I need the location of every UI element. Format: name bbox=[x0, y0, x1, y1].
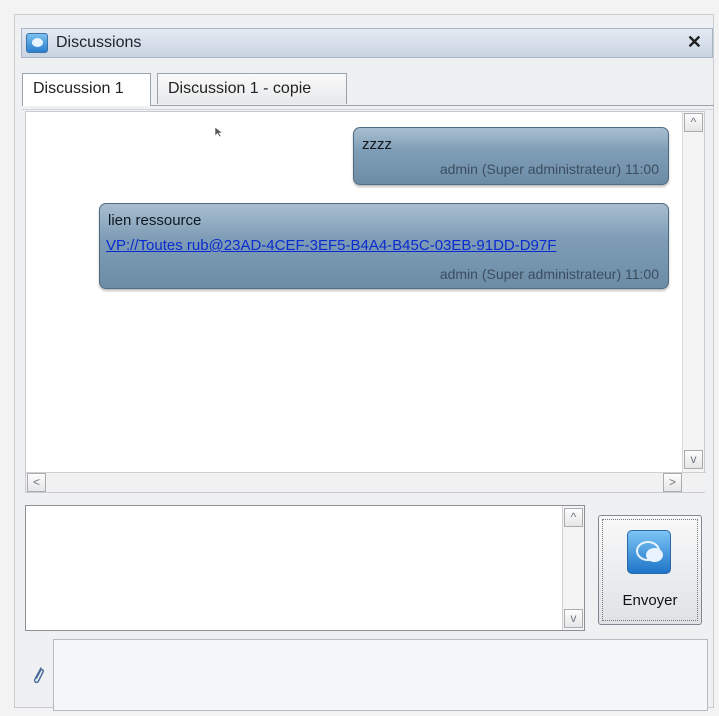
horizontal-scrollbar[interactable]: < > bbox=[26, 472, 706, 492]
message-author-time: admin (Super administrateur) 11:00 bbox=[439, 266, 659, 282]
input-vertical-scrollbar[interactable]: ^ v bbox=[562, 506, 584, 630]
chat-bubble-icon bbox=[26, 33, 48, 53]
resource-link[interactable]: VP://Toutes rub@23AD-4CEF-3EF5-B4A4-B45C… bbox=[106, 237, 556, 254]
paperclip-icon[interactable] bbox=[31, 663, 45, 687]
tab-discussion-1-copie[interactable]: Discussion 1 - copie bbox=[157, 73, 347, 104]
input-scroll-up-button[interactable]: ^ bbox=[564, 508, 583, 527]
message-text: lien ressource bbox=[108, 212, 202, 229]
scroll-left-button[interactable]: < bbox=[27, 473, 46, 492]
scroll-up-button[interactable]: ^ bbox=[684, 113, 703, 132]
window-title: Discussions bbox=[56, 34, 142, 51]
attachments-area[interactable] bbox=[53, 639, 708, 711]
send-button[interactable]: Envoyer bbox=[598, 515, 702, 625]
send-chat-icon bbox=[627, 530, 671, 574]
mouse-cursor-icon bbox=[214, 126, 224, 138]
tab-discussion-1[interactable]: Discussion 1 bbox=[22, 73, 151, 106]
message-author-time: admin (Super administrateur) 11:00 bbox=[439, 161, 659, 177]
message-text: zzzz bbox=[362, 136, 392, 153]
message-history: zzzz admin (Super administrateur) 11:00 … bbox=[25, 111, 706, 493]
scroll-down-button[interactable]: v bbox=[684, 450, 703, 469]
send-button-label: Envoyer bbox=[622, 592, 678, 609]
input-scroll-down-button[interactable]: v bbox=[564, 609, 583, 628]
title-bar: Discussions ✕ bbox=[21, 28, 713, 58]
tab-divider-inner bbox=[22, 109, 714, 110]
scroll-right-button[interactable]: > bbox=[663, 473, 682, 492]
close-button[interactable]: ✕ bbox=[687, 32, 702, 53]
discussions-window: Discussions ✕ Discussion 1 Discussion 1 … bbox=[14, 14, 714, 711]
message-bubble: zzzz admin (Super administrateur) 11:00 bbox=[353, 127, 669, 185]
message-bubble: lien ressource VP://Toutes rub@23AD-4CEF… bbox=[99, 203, 669, 289]
message-input-area: ^ v bbox=[25, 505, 585, 631]
vertical-scrollbar[interactable]: ^ v bbox=[682, 112, 704, 472]
message-input[interactable] bbox=[30, 510, 550, 626]
